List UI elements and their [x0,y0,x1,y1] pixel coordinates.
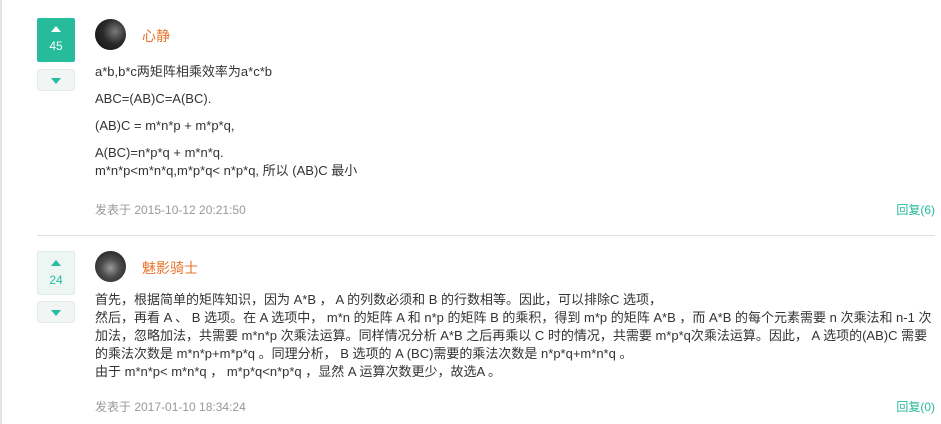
upvote-button[interactable]: 24 [37,251,75,295]
comment-line: 由于 m*n*p< m*n*q ， m*p*q<n*p*q ，显然 A 运算次数… [95,364,502,379]
username-link[interactable]: 心静 [142,28,170,44]
post-timestamp: 发表于 2017-01-10 18:34:24 [95,400,246,414]
comment-line: 然后，再看 A 、 B 选项。在 A 选项中， m*n 的矩阵 A 和 n*p … [95,310,932,361]
arrow-up-icon [51,26,61,32]
comment-line: a*b,b*c两矩阵相乘效率为a*c*b [95,64,272,79]
comment-line: A(BC)=n*p*q + m*n*q. [95,145,224,160]
comment-line: m*n*p<m*n*q,m*p*q< n*p*q, 所以 (AB)C 最小 [95,163,358,178]
reply-link[interactable]: 回复(0) [896,400,935,414]
post-timestamp: 发表于 2015-10-12 20:21:50 [95,203,246,217]
downvote-button[interactable] [37,301,75,323]
vote-count: 24 [49,273,63,287]
arrow-down-icon [51,310,61,316]
upvote-button[interactable]: 45 [37,18,75,62]
username-link[interactable]: 魅影骑士 [142,260,198,276]
arrow-up-icon [51,260,61,266]
left-border [0,0,2,424]
comment-body: 首先，根据简单的矩阵知识，因为 A*B ， A 的列数必须和 B 的行数相等。因… [95,291,933,381]
comment-item: 24 魅影骑士 首先，根据简单的矩阵知识，因为 A*B ， A 的列数必须和 B… [37,236,935,424]
arrow-down-icon [51,78,61,84]
avatar[interactable] [95,19,126,50]
comment-body: a*b,b*c两矩阵相乘效率为a*c*b ABC=(AB)C=A(BC). (A… [95,63,933,189]
vote-count: 45 [49,39,63,53]
reply-link[interactable]: 回复(6) [896,203,935,217]
comment-line: 首先，根据简单的矩阵知识，因为 A*B ， A 的列数必须和 B 的行数相等。因… [95,292,662,307]
comment-item: 45 心静 a*b,b*c两矩阵相乘效率为a*c*b ABC=(AB)C=A(B… [37,0,935,236]
avatar[interactable] [95,251,126,282]
downvote-button[interactable] [37,69,75,91]
comment-line: (AB)C = m*n*p + m*p*q, [95,118,235,133]
comment-line: ABC=(AB)C=A(BC). [95,91,212,106]
